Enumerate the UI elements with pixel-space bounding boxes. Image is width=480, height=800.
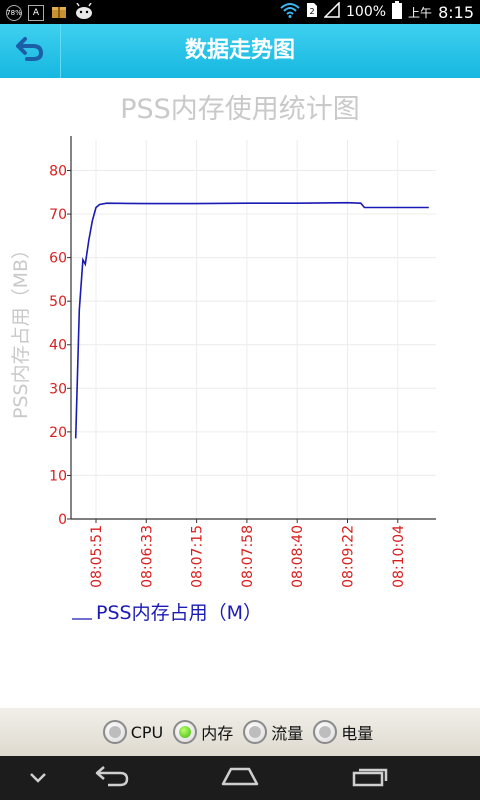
- nav-home-button[interactable]: [210, 756, 270, 800]
- a-notification-icon: A: [28, 5, 44, 21]
- navigation-bar: [0, 756, 480, 800]
- metric-radio-group: CPU 内存 流量 电量: [0, 708, 480, 756]
- radio-battery[interactable]: 电量: [313, 720, 373, 744]
- radio-traffic[interactable]: 流量: [243, 720, 303, 744]
- y-axis-label: PSS内存占用（MB）: [10, 240, 32, 419]
- x-tick-label: 08:08:40: [290, 525, 306, 588]
- series-line-pss: [74, 201, 429, 439]
- y-tick-label: 70: [49, 207, 67, 223]
- radio-label-battery: 电量: [341, 724, 374, 743]
- radio-button-icon[interactable]: [243, 720, 268, 744]
- radio-label-cpu: CPU: [130, 722, 164, 742]
- hide-keyboard-button[interactable]: [10, 756, 66, 800]
- chart-title: PSS内存使用统计图: [120, 94, 360, 125]
- radio-dot: [108, 726, 121, 738]
- legend-label: PSS内存占用（M）: [96, 602, 262, 624]
- signal-icon: [323, 1, 340, 22]
- y-tick-label: 0: [58, 512, 67, 528]
- x-tick-label: 08:10:04: [391, 525, 407, 588]
- package-icon: [50, 3, 68, 23]
- x-tick-label: 08:07:58: [240, 525, 256, 588]
- y-tick-label: 30: [49, 381, 67, 397]
- x-tick-label: 08:06:33: [139, 525, 155, 588]
- recent-apps-icon: [352, 765, 388, 791]
- status-right: 2 100% 上午 8:15: [280, 0, 474, 24]
- home-icon: [221, 766, 259, 790]
- chart-area: PSS内存使用统计图 0 10 20 30 40 50 60 70 80 08:05:51 08:06…: [0, 78, 480, 708]
- y-tick-label: 80: [49, 163, 67, 179]
- sim-icon: 2: [306, 2, 318, 22]
- radio-dot-selected: [179, 726, 192, 738]
- battery-monitor-icon: 78%: [6, 5, 22, 21]
- battery-icon: [392, 1, 403, 23]
- y-tick-label: 50: [49, 294, 67, 310]
- battery-percent: 100%: [346, 4, 387, 20]
- status-left-icons: 78% A: [6, 2, 94, 23]
- svg-text:2: 2: [309, 7, 314, 16]
- y-tick-label: 20: [49, 425, 67, 441]
- status-ampm: 上午: [408, 5, 433, 20]
- page-title: 数据走势图: [184, 38, 295, 63]
- nav-recent-button[interactable]: [338, 756, 402, 800]
- back-arrow-icon: [15, 36, 45, 66]
- wifi-icon: [280, 2, 300, 22]
- back-icon: [94, 765, 130, 791]
- radio-dot: [319, 726, 332, 738]
- radio-button-icon[interactable]: [173, 720, 198, 744]
- nav-back-button[interactable]: [80, 756, 144, 800]
- y-tick-label: 60: [49, 251, 67, 267]
- radio-cpu[interactable]: CPU: [102, 720, 164, 744]
- pss-memory-chart: PSS内存使用统计图 0 10 20 30 40 50 60 70 80 08:05:51 08:06…: [10, 94, 436, 624]
- radio-label-memory: 内存: [201, 724, 234, 743]
- y-tick-label: 40: [49, 338, 67, 354]
- radio-label-traffic: 流量: [271, 724, 304, 743]
- back-button[interactable]: [0, 24, 61, 78]
- x-tick-label: 08:07:15: [190, 525, 206, 588]
- title-bar: 数据走势图: [0, 24, 480, 78]
- y-tick-label: 10: [49, 468, 67, 484]
- radio-dot: [249, 726, 262, 738]
- radio-button-icon[interactable]: [102, 720, 127, 744]
- status-time: 8:15: [438, 2, 474, 22]
- radio-memory[interactable]: 内存: [173, 720, 233, 744]
- chevron-down-icon: [29, 769, 47, 788]
- status-bar: 78% A 2 100% 上午 8:15: [0, 0, 480, 24]
- x-tick-label: 08:09:22: [341, 525, 357, 588]
- android-icon: [74, 2, 94, 23]
- x-tick-label: 08:05:51: [89, 525, 105, 588]
- radio-button-icon[interactable]: [313, 720, 338, 744]
